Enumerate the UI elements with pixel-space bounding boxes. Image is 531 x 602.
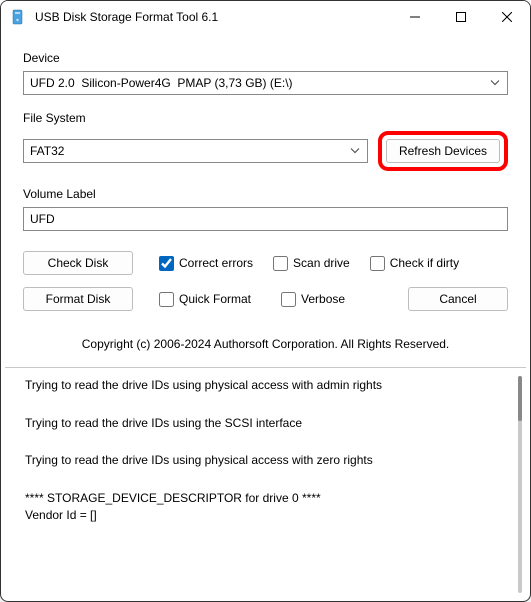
close-button[interactable] bbox=[484, 1, 530, 33]
check-if-dirty-label: Check if dirty bbox=[390, 256, 459, 270]
quick-format-checkbox[interactable] bbox=[159, 292, 174, 307]
filesystem-select-wrap bbox=[23, 139, 368, 163]
main-content: Device File System Refresh Devices Volum… bbox=[1, 33, 530, 367]
verbose-option[interactable]: Verbose bbox=[281, 292, 345, 307]
scrollbar-thumb[interactable] bbox=[518, 376, 522, 421]
app-icon bbox=[11, 9, 27, 25]
scan-drive-label: Scan drive bbox=[293, 256, 350, 270]
format-row: Format Disk Quick Format Verbose Cancel bbox=[23, 287, 508, 311]
device-select-wrap bbox=[23, 71, 508, 95]
quick-format-option[interactable]: Quick Format bbox=[159, 292, 251, 307]
check-options: Correct errors Scan drive Check if dirty bbox=[139, 256, 508, 271]
filesystem-select[interactable] bbox=[23, 139, 368, 163]
window-controls bbox=[392, 1, 530, 33]
refresh-devices-button[interactable]: Refresh Devices bbox=[386, 139, 500, 163]
log-line: Trying to read the drive IDs using physi… bbox=[25, 453, 506, 469]
titlebar: USB Disk Storage Format Tool 6.1 bbox=[1, 1, 530, 33]
correct-errors-checkbox[interactable] bbox=[159, 256, 174, 271]
log-line: Trying to read the drive IDs using physi… bbox=[25, 378, 506, 394]
cancel-button[interactable]: Cancel bbox=[408, 287, 508, 311]
check-if-dirty-option[interactable]: Check if dirty bbox=[370, 256, 459, 271]
device-label: Device bbox=[23, 51, 508, 65]
format-disk-button[interactable]: Format Disk bbox=[23, 287, 133, 311]
log-line: Vendor Id = [] bbox=[25, 508, 506, 524]
device-select[interactable] bbox=[23, 71, 508, 95]
scan-drive-checkbox[interactable] bbox=[273, 256, 288, 271]
check-if-dirty-checkbox[interactable] bbox=[370, 256, 385, 271]
verbose-checkbox[interactable] bbox=[281, 292, 296, 307]
minimize-button[interactable] bbox=[392, 1, 438, 33]
format-options: Quick Format Verbose bbox=[139, 292, 402, 307]
log-area: Trying to read the drive IDs using physi… bbox=[5, 367, 526, 601]
filesystem-row: Refresh Devices bbox=[23, 131, 508, 171]
scan-drive-option[interactable]: Scan drive bbox=[273, 256, 350, 271]
app-window: USB Disk Storage Format Tool 6.1 Device … bbox=[0, 0, 531, 602]
volume-label-input[interactable] bbox=[23, 207, 508, 231]
log-line: **** STORAGE_DEVICE_DESCRIPTOR for drive… bbox=[25, 491, 506, 507]
log-line: Trying to read the drive IDs using the S… bbox=[25, 416, 506, 432]
copyright-text: Copyright (c) 2006-2024 Authorsoft Corpo… bbox=[23, 327, 508, 367]
filesystem-label: File System bbox=[23, 111, 508, 125]
correct-errors-option[interactable]: Correct errors bbox=[159, 256, 253, 271]
check-disk-button[interactable]: Check Disk bbox=[23, 251, 133, 275]
refresh-highlight: Refresh Devices bbox=[378, 131, 508, 171]
maximize-button[interactable] bbox=[438, 1, 484, 33]
quick-format-label: Quick Format bbox=[179, 292, 251, 306]
log-content: Trying to read the drive IDs using physi… bbox=[5, 368, 526, 601]
check-row: Check Disk Correct errors Scan drive Che… bbox=[23, 251, 508, 275]
verbose-label: Verbose bbox=[301, 292, 345, 306]
log-scrollbar[interactable] bbox=[518, 376, 522, 593]
volume-label-label: Volume Label bbox=[23, 187, 508, 201]
correct-errors-label: Correct errors bbox=[179, 256, 253, 270]
window-title: USB Disk Storage Format Tool 6.1 bbox=[35, 10, 392, 24]
